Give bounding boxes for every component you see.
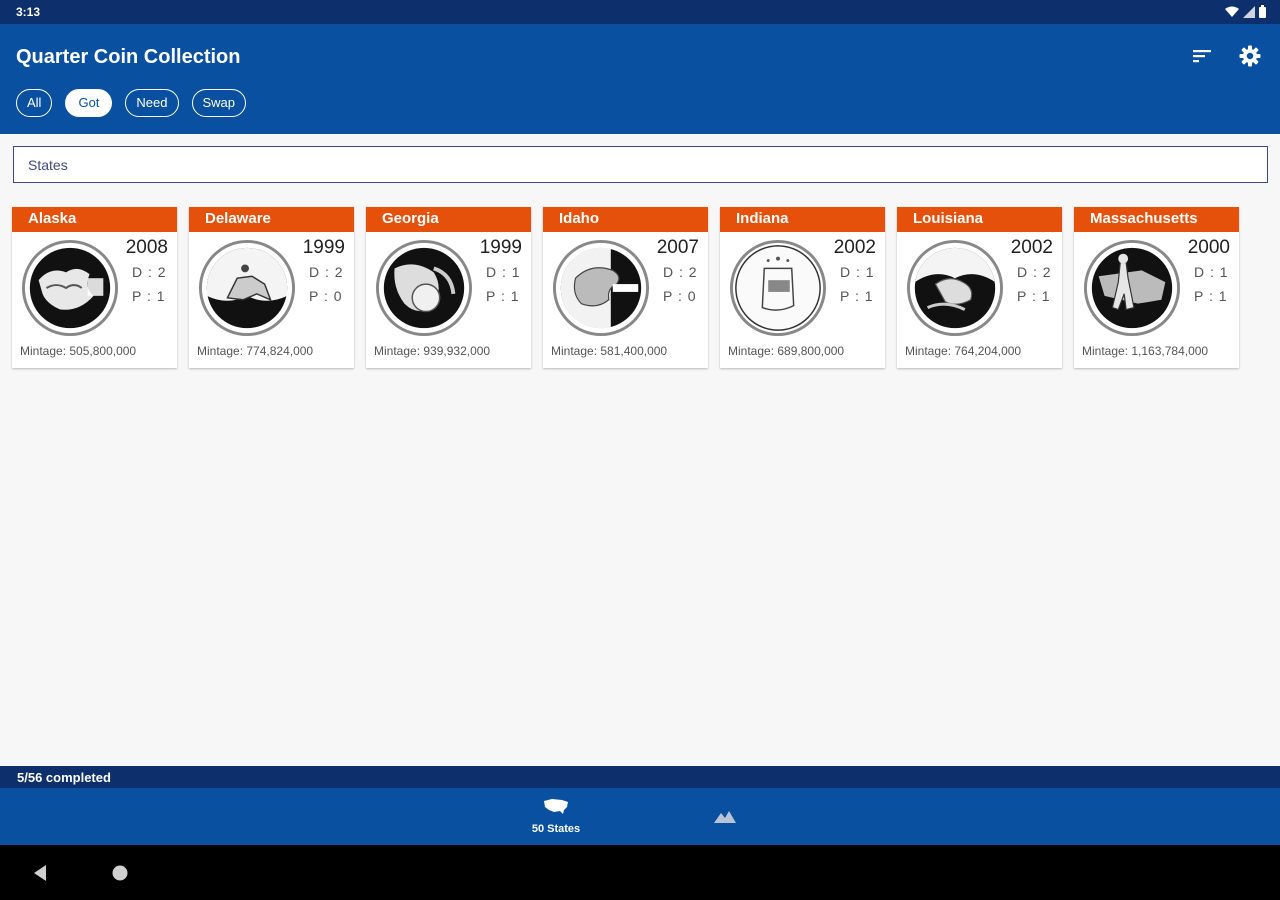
- coin-mintage: Mintage: 689,800,000: [728, 344, 845, 358]
- coin-year: 2007: [656, 237, 699, 258]
- coin-card-delaware[interactable]: Delaware 1999 D : 2 P : 0 Mintage: 774,8…: [189, 207, 354, 368]
- coin-image: [552, 239, 650, 337]
- coin-year: 2008: [125, 237, 168, 258]
- nav-50-states[interactable]: 50 States: [520, 798, 592, 835]
- coin-state-name: Massachusetts: [1074, 207, 1239, 232]
- coin-year: 2002: [833, 237, 876, 258]
- coin-year: 2002: [1010, 237, 1053, 258]
- coin-d-count: D : 1: [1194, 264, 1229, 280]
- coin-image: [21, 239, 119, 337]
- coin-card-louisiana[interactable]: Louisiana 2002 D : 2 P : 1 Mintage: 764,…: [897, 207, 1062, 368]
- coin-year: 1999: [302, 237, 345, 258]
- wifi-icon: [1225, 6, 1239, 17]
- coin-mintage: Mintage: 764,204,000: [905, 344, 1022, 358]
- filter-need-chip[interactable]: Need: [125, 89, 179, 117]
- sort-icon[interactable]: [1190, 44, 1214, 68]
- coin-mintage: Mintage: 505,800,000: [20, 344, 137, 358]
- coin-p-count: P : 1: [1194, 288, 1228, 304]
- coin-image: [375, 239, 473, 337]
- filter-got-chip[interactable]: Got: [65, 89, 113, 117]
- coin-state-name: Georgia: [366, 207, 531, 232]
- filter-all-chip[interactable]: All: [16, 89, 53, 117]
- coin-p-count: P : 1: [486, 288, 520, 304]
- usa-map-icon: [544, 799, 568, 814]
- coin-p-count: P : 1: [840, 288, 874, 304]
- coin-year: 2000: [1187, 237, 1230, 258]
- battery-icon: [1259, 5, 1266, 18]
- category-field: [13, 146, 1268, 183]
- coin-p-count: P : 1: [132, 288, 166, 304]
- coin-mintage: Mintage: 1,163,784,000: [1082, 344, 1209, 358]
- app-bar: Quarter Coin Collection All Got Need Swa…: [0, 24, 1280, 134]
- coin-d-count: D : 1: [486, 264, 521, 280]
- coin-state-name: Indiana: [720, 207, 885, 232]
- back-icon[interactable]: [32, 864, 48, 882]
- coin-state-name: Louisiana: [897, 207, 1062, 232]
- coin-p-count: P : 0: [663, 288, 697, 304]
- coin-image: [729, 239, 827, 337]
- coin-image: [1083, 239, 1181, 337]
- settings-icon[interactable]: [1238, 44, 1262, 68]
- coin-card-alaska[interactable]: Alaska 2008 D : 2 P : 1 Mintage: 505,800…: [12, 207, 177, 368]
- filter-chips: All Got Need Swap: [16, 89, 247, 117]
- coin-d-count: D : 2: [663, 264, 698, 280]
- system-navigation-bar: [0, 845, 1280, 900]
- coin-card-idaho[interactable]: Idaho 2007 D : 2 P : 0 Mintage: 581,400,…: [543, 207, 708, 368]
- coin-d-count: D : 2: [309, 264, 344, 280]
- status-time: 3:13: [16, 5, 41, 19]
- app-actions: [1190, 44, 1262, 68]
- coin-p-count: P : 1: [1017, 288, 1051, 304]
- coin-card-list: Alaska 2008 D : 2 P : 1 Mintage: 505,800…: [12, 207, 1239, 368]
- coin-state-name: Alaska: [12, 207, 177, 232]
- coin-d-count: D : 2: [132, 264, 167, 280]
- bottom-navigation: 50 States: [0, 788, 1280, 845]
- coin-card-indiana[interactable]: Indiana 2002 D : 1 P : 1 Mintage: 689,80…: [720, 207, 885, 368]
- category-input[interactable]: [14, 147, 1267, 182]
- nav-label: 50 States: [531, 823, 581, 835]
- coin-card-massachusetts[interactable]: Massachusetts 2000 D : 1 P : 1 Mintage: …: [1074, 207, 1239, 368]
- coin-card-georgia[interactable]: Georgia 1999 D : 1 P : 1 Mintage: 939,93…: [366, 207, 531, 368]
- coin-mintage: Mintage: 774,824,000: [197, 344, 314, 358]
- nav-parks[interactable]: [710, 808, 740, 829]
- mountains-icon: [714, 811, 736, 823]
- filter-swap-chip[interactable]: Swap: [191, 89, 247, 117]
- coin-year: 1999: [479, 237, 522, 258]
- coin-image: [198, 239, 296, 337]
- coin-mintage: Mintage: 939,932,000: [374, 344, 491, 358]
- signal-icon: [1243, 5, 1255, 18]
- coin-image: [906, 239, 1004, 337]
- coin-state-name: Delaware: [189, 207, 354, 232]
- completion-status: 5/56 completed: [0, 766, 1280, 788]
- coin-d-count: D : 1: [840, 264, 875, 280]
- coin-mintage: Mintage: 581,400,000: [551, 344, 668, 358]
- status-bar: 3:13: [0, 0, 1280, 24]
- coin-state-name: Idaho: [543, 207, 708, 232]
- coin-d-count: D : 2: [1017, 264, 1052, 280]
- coin-p-count: P : 0: [309, 288, 343, 304]
- home-icon[interactable]: [112, 865, 128, 881]
- system-status-icons: [1225, 5, 1266, 18]
- app-title: Quarter Coin Collection: [16, 46, 241, 68]
